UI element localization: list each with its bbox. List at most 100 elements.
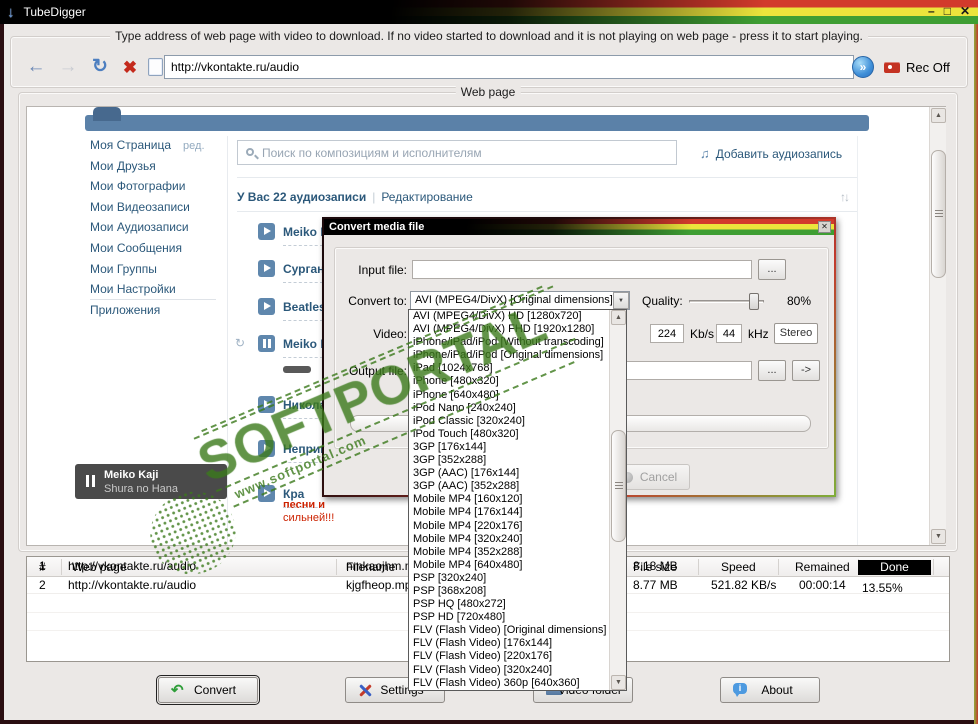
maximize-button[interactable]: □ bbox=[944, 4, 951, 18]
input-browse-button[interactable]: ... bbox=[758, 259, 786, 280]
scroll-down-icon[interactable]: ▼ bbox=[611, 675, 626, 690]
dialog-close-button[interactable]: ✕ bbox=[818, 221, 831, 233]
play-pause-button[interactable] bbox=[258, 485, 275, 502]
sidebar-item[interactable]: Мои Сообщения bbox=[90, 241, 225, 262]
audio-track-row[interactable]: Никола bbox=[233, 396, 325, 430]
format-option[interactable]: PSP HD [720x480] bbox=[409, 611, 609, 624]
format-option[interactable]: FLV (Flash Video) 360p [640x360] bbox=[409, 677, 609, 690]
search-input[interactable] bbox=[237, 140, 677, 165]
sidebar-link[interactable]: Моя Страница bbox=[90, 138, 171, 152]
track-title[interactable]: Никола bbox=[283, 398, 325, 412]
dialog-title-bar[interactable]: Convert media file bbox=[324, 219, 834, 235]
format-option[interactable]: Mobile MP4 [220x176] bbox=[409, 520, 609, 533]
sidebar-item[interactable]: Моя Страница ред. bbox=[90, 138, 225, 159]
scrollbar-thumb[interactable] bbox=[931, 150, 946, 278]
format-option[interactable]: 3GP (AAC) [352x288] bbox=[409, 480, 609, 493]
play-pause-button[interactable] bbox=[258, 223, 275, 240]
chevron-down-icon[interactable]: ▼ bbox=[613, 292, 629, 309]
dropdown-scrollbar[interactable]: ▲ ▼ bbox=[609, 310, 626, 690]
forward-button[interactable]: → bbox=[56, 55, 80, 79]
pause-icon[interactable] bbox=[86, 475, 95, 487]
play-pause-button[interactable] bbox=[258, 440, 275, 457]
format-option[interactable]: PSP [368x208] bbox=[409, 585, 609, 598]
play-pause-button[interactable] bbox=[258, 260, 275, 277]
format-option[interactable]: PSP [320x240] bbox=[409, 572, 609, 585]
sidebar-link[interactable]: Мои Сообщения bbox=[90, 241, 182, 255]
track-title[interactable]: Сурган bbox=[283, 262, 325, 276]
format-option[interactable]: AVI (MPEG4/DivX) FHD [1920x1280] bbox=[409, 323, 609, 336]
quality-slider-thumb[interactable] bbox=[749, 293, 759, 310]
sidebar-item[interactable]: Мои Группы bbox=[90, 262, 225, 283]
scroll-up-icon[interactable]: ▲ bbox=[611, 310, 626, 325]
track-title[interactable]: Meiko K bbox=[283, 337, 325, 351]
format-option[interactable]: FLV (Flash Video) [320x240] bbox=[409, 664, 609, 677]
format-option[interactable]: PSP HQ [480x272] bbox=[409, 598, 609, 611]
sidebar-link[interactable]: Мои Фотографии bbox=[90, 179, 185, 193]
track-title[interactable]: Неприк bbox=[283, 442, 325, 456]
audio-track-row[interactable]: Сурган bbox=[233, 260, 325, 294]
input-file-field[interactable] bbox=[412, 260, 752, 279]
stop-button[interactable]: ✖ bbox=[118, 56, 142, 80]
sidebar-item[interactable]: Мои Аудиозаписи bbox=[90, 220, 225, 241]
sidebar-link[interactable]: Приложения bbox=[90, 303, 160, 317]
url-input[interactable] bbox=[164, 55, 854, 79]
sidebar-item[interactable]: Приложения bbox=[90, 298, 225, 324]
channels-field[interactable]: Stereo bbox=[774, 323, 818, 344]
format-option[interactable]: Mobile MP4 [320x240] bbox=[409, 533, 609, 546]
sidebar-item[interactable]: Мои Друзья bbox=[90, 159, 225, 180]
format-option[interactable]: FLV (Flash Video) [Original dimensions] bbox=[409, 624, 609, 637]
sidebar-edit-link[interactable]: ред. bbox=[183, 140, 204, 152]
format-option[interactable]: iPad [1024x768] bbox=[409, 362, 609, 375]
audio-track-row[interactable]: Кра песни и сильней!!! bbox=[233, 485, 334, 524]
play-pause-button[interactable] bbox=[258, 335, 275, 352]
repeat-icon[interactable]: ↻ bbox=[235, 336, 245, 350]
scrollbar-thumb[interactable] bbox=[611, 430, 626, 542]
sidebar-link[interactable]: Мои Друзья bbox=[90, 159, 156, 173]
sidebar-link[interactable]: Мои Настройки bbox=[90, 282, 176, 296]
sort-icon[interactable]: ↑↓ bbox=[840, 190, 850, 204]
title-bar[interactable]: ↓ TubeDigger – □ ✕ bbox=[0, 0, 978, 24]
sidebar-link[interactable]: Мои Аудиозаписи bbox=[90, 220, 189, 234]
format-option[interactable]: 3GP (AAC) [176x144] bbox=[409, 467, 609, 480]
about-button[interactable]: i About bbox=[720, 677, 820, 703]
audio-track-row[interactable]: Meiko K bbox=[233, 223, 325, 257]
format-option[interactable]: iPhone/iPad/iPod [Original dimensions] bbox=[409, 349, 609, 362]
format-option[interactable]: iPod Touch [480x320] bbox=[409, 428, 609, 441]
format-option[interactable]: iPod Nano [240x240] bbox=[409, 402, 609, 415]
format-option[interactable]: 3GP [352x288] bbox=[409, 454, 609, 467]
format-option[interactable]: AVI (MPEG4/DivX) HD [1280x720] bbox=[409, 310, 609, 323]
open-output-button[interactable]: -> bbox=[792, 360, 820, 381]
bitrate-field[interactable] bbox=[650, 324, 684, 343]
go-button[interactable]: » bbox=[852, 56, 874, 78]
play-pause-button[interactable] bbox=[258, 396, 275, 413]
format-option[interactable]: FLV (Flash Video) [176x144] bbox=[409, 637, 609, 650]
format-option[interactable]: iPhone/iPad/iPod [Without transcoding] bbox=[409, 336, 609, 349]
format-option[interactable]: Mobile MP4 [176x144] bbox=[409, 506, 609, 519]
now-playing-bar[interactable]: Meiko Kaji Shura no Hana bbox=[75, 464, 227, 499]
format-option[interactable]: iPod Classic [320x240] bbox=[409, 415, 609, 428]
format-option[interactable]: FLV (Flash Video) [220x176] bbox=[409, 650, 609, 663]
play-pause-button[interactable] bbox=[258, 298, 275, 315]
format-option[interactable]: Mobile MP4 [640x480] bbox=[409, 559, 609, 572]
convert-button[interactable]: ↶ Convert bbox=[156, 675, 260, 705]
sidebar-link[interactable]: Мои Группы bbox=[90, 262, 157, 276]
close-button[interactable]: ✕ bbox=[960, 4, 970, 18]
sidebar-item[interactable]: Мои Фотографии bbox=[90, 179, 225, 200]
track-title[interactable]: Beatles bbox=[283, 300, 325, 314]
refresh-button[interactable]: ↻ bbox=[88, 55, 112, 79]
audio-track-row[interactable]: ↻ Meiko K bbox=[233, 335, 325, 373]
record-icon[interactable] bbox=[884, 62, 900, 73]
page-scrollbar[interactable]: ▲ ▼ bbox=[929, 107, 946, 545]
format-option[interactable]: Mobile MP4 [352x288] bbox=[409, 546, 609, 559]
track-title[interactable]: Meiko K bbox=[283, 225, 325, 239]
audio-track-row[interactable]: Beatles bbox=[233, 298, 325, 332]
convert-to-combobox[interactable]: AVI (MPEG4/DivX) [Original dimensions] bbox=[410, 291, 630, 310]
scroll-down-icon[interactable]: ▼ bbox=[931, 529, 946, 544]
add-audio-link[interactable]: ♫ Добавить аудиозапись bbox=[700, 146, 842, 161]
sidebar-link[interactable]: Мои Видеозаписи bbox=[90, 200, 190, 214]
minimize-button[interactable]: – bbox=[928, 4, 935, 18]
samplerate-field[interactable] bbox=[716, 324, 742, 343]
audio-track-row[interactable]: Неприк bbox=[233, 440, 325, 474]
sidebar-item[interactable]: Мои Видеозаписи bbox=[90, 200, 225, 221]
format-option[interactable]: iPhone [480x320] bbox=[409, 375, 609, 388]
